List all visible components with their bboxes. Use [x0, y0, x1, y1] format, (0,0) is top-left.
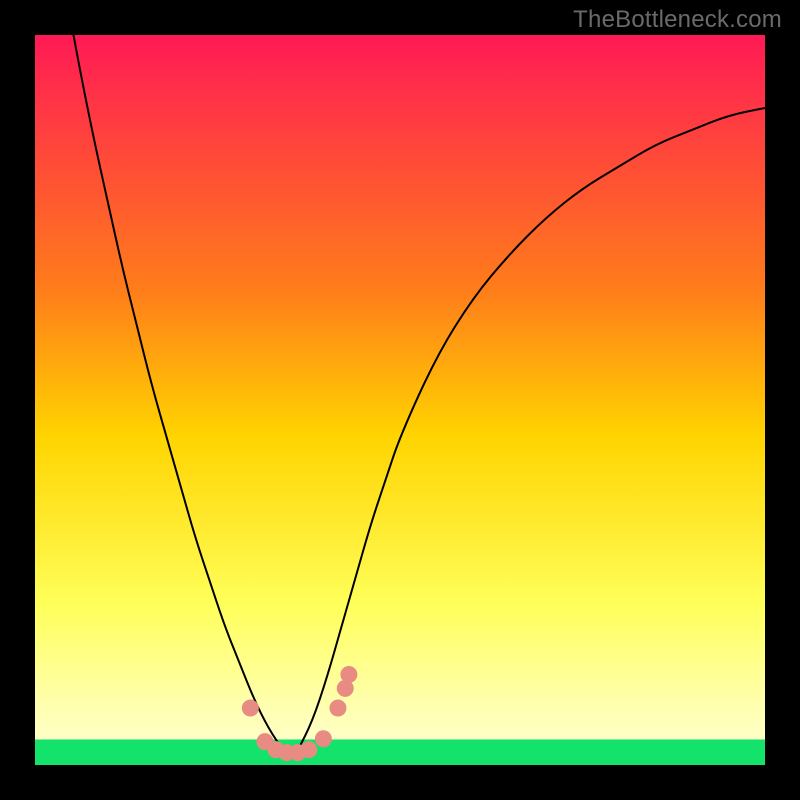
green-optimal-band [35, 739, 765, 765]
data-point-marker [340, 666, 357, 683]
plot-area [35, 35, 765, 765]
bottleneck-chart [35, 35, 765, 765]
data-point-marker [242, 700, 259, 717]
data-point-marker [300, 741, 317, 758]
watermark-text: TheBottleneck.com [573, 6, 782, 34]
outer-frame: TheBottleneck.com [0, 0, 800, 800]
data-point-marker [329, 700, 346, 717]
data-point-marker [315, 730, 332, 747]
